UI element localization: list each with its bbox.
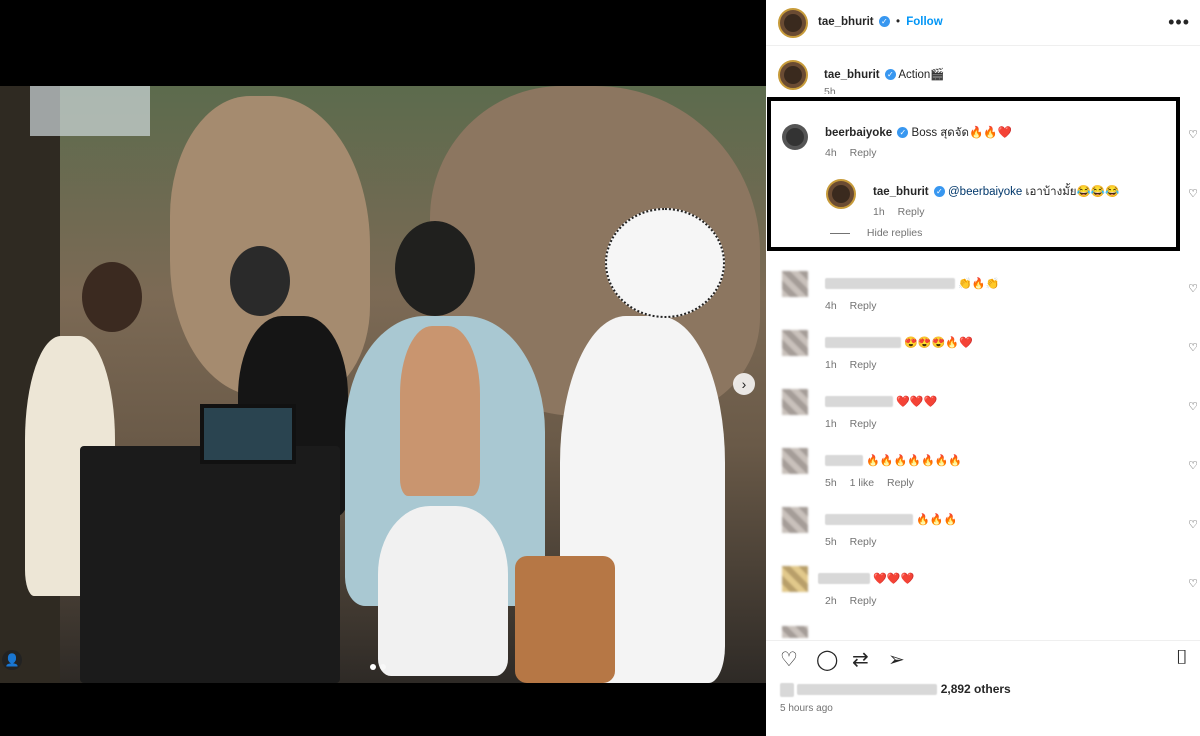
instagram-post-view: › 👤 tae_bhurit ✓ • Follow ••• tae_bhurit… <box>0 0 1200 736</box>
more-options-icon[interactable]: ••• <box>1168 12 1190 33</box>
comment-time: 1h <box>825 359 837 371</box>
post-photo[interactable] <box>0 86 766 683</box>
author-avatar[interactable] <box>778 8 808 38</box>
comment-line: 🔥🔥🔥 <box>825 513 957 526</box>
tagged-users-button[interactable]: 👤 <box>2 650 22 670</box>
comment-text: 🔥🔥🔥🔥🔥🔥🔥 <box>866 455 963 467</box>
author-username[interactable]: tae_bhurit <box>818 16 874 28</box>
comment-text: ❤️❤️❤️ <box>873 573 915 585</box>
photo-head <box>605 208 725 318</box>
comment-time: 5h <box>825 536 837 548</box>
blurred-username <box>818 573 870 585</box>
post-header: tae_bhurit ✓ • Follow ••• <box>766 0 1200 46</box>
comment-avatar[interactable] <box>782 330 808 356</box>
like-comment-icon[interactable]: ♡ <box>1188 128 1198 141</box>
like-comment-icon[interactable]: ♡ <box>1188 459 1198 472</box>
reply-button[interactable]: Reply <box>850 595 877 607</box>
comment-time: 5h <box>825 477 837 489</box>
comment-avatar[interactable] <box>782 566 808 592</box>
follow-button[interactable]: Follow <box>906 16 942 28</box>
photo-person <box>378 506 508 676</box>
comment-meta: 2h Reply <box>825 595 886 607</box>
heart-icon[interactable]: ♡ <box>780 647 798 672</box>
photo-person <box>400 326 480 496</box>
photo-head <box>230 246 290 316</box>
reply-button[interactable]: Reply <box>850 300 877 312</box>
action-bar: ♡ ◯ ⇄ ➢ ⌷ <box>766 640 1200 674</box>
comment-meta: 1h Reply <box>825 359 886 371</box>
like-comment-icon[interactable]: ♡ <box>1188 518 1198 531</box>
caption-username[interactable]: tae_bhurit <box>824 69 880 81</box>
comment-line: ❤️❤️❤️ <box>818 572 914 585</box>
reply-button[interactable]: Reply <box>850 418 877 430</box>
verified-icon: ✓ <box>878 16 890 28</box>
like-comment-icon[interactable]: ♡ <box>1188 341 1198 354</box>
comment-line: ❤️❤️❤️ <box>825 395 937 408</box>
caption-avatar[interactable] <box>778 60 808 90</box>
user-icon: 👤 <box>4 653 20 667</box>
separator-dot: • <box>896 16 901 28</box>
like-comment-icon[interactable]: ♡ <box>1188 400 1198 413</box>
photo-head <box>82 262 142 332</box>
author-line: tae_bhurit ✓ • Follow <box>818 16 943 28</box>
comment-meta: 4h Reply <box>825 300 886 312</box>
comment-text: 👏🔥👏 <box>958 278 1000 290</box>
highlight-annotation-box <box>767 97 1180 251</box>
send-icon[interactable]: ➢ <box>888 647 905 672</box>
comment-avatar[interactable] <box>782 271 808 297</box>
photo-camera <box>80 446 340 683</box>
comment-meta: 5h 1 like Reply <box>825 477 924 489</box>
blurred-username <box>825 337 901 349</box>
comment-likes[interactable]: 1 like <box>850 477 875 489</box>
comment-text: ❤️❤️❤️ <box>896 396 938 408</box>
repost-icon[interactable]: ⇄ <box>852 647 869 672</box>
like-comment-icon[interactable]: ♡ <box>1188 282 1198 295</box>
chevron-right-icon: › <box>741 376 747 392</box>
like-comment-icon[interactable]: ♡ <box>1188 577 1198 590</box>
comment-avatar[interactable] <box>782 389 808 415</box>
blurred-liker-name <box>797 684 938 696</box>
carousel-next-button[interactable]: › <box>733 373 755 395</box>
comment-avatar[interactable] <box>782 507 808 533</box>
comment-avatar[interactable] <box>782 626 808 638</box>
comment-icon[interactable]: ◯ <box>816 647 838 672</box>
comment-meta: 5h Reply <box>825 536 886 548</box>
blurred-username <box>825 514 913 526</box>
blurred-username <box>825 278 955 290</box>
comment-line: 😍😍😍🔥❤️ <box>825 336 973 349</box>
reply-button[interactable]: Reply <box>850 536 877 548</box>
bookmark-icon[interactable]: ⌷ <box>1176 647 1188 670</box>
likes-line[interactable]: 2,892 others <box>780 682 1011 697</box>
photo-monitor <box>200 404 296 464</box>
comment-line: 👏🔥👏 <box>825 277 999 290</box>
comment-avatar[interactable] <box>782 448 808 474</box>
blurred-username <box>825 455 863 467</box>
carousel-dot-active <box>370 664 376 670</box>
comment-line: 🔥🔥🔥🔥🔥🔥🔥 <box>825 454 962 467</box>
reply-button[interactable]: Reply <box>850 359 877 371</box>
like-comment-icon[interactable]: ♡ <box>1188 187 1198 200</box>
comment-text: 🔥🔥🔥 <box>916 514 958 526</box>
caption-time: 5h <box>824 86 836 94</box>
reply-button[interactable]: Reply <box>887 477 914 489</box>
carousel-dots <box>370 664 386 670</box>
media-pane: › 👤 <box>0 0 766 736</box>
comment-time: 4h <box>825 300 837 312</box>
photo-head <box>395 221 475 316</box>
post-time: 5 hours ago <box>780 703 833 714</box>
blurred-avatar <box>780 682 794 697</box>
photo-sky <box>30 86 150 136</box>
caption-line: tae_bhurit ✓ Action🎬 <box>824 67 945 81</box>
comment-time: 2h <box>825 595 837 607</box>
carousel-dot <box>380 664 386 670</box>
likes-count: 2,892 others <box>940 682 1011 696</box>
verified-icon: ✓ <box>884 69 896 81</box>
photo-basket <box>515 556 615 683</box>
blurred-username <box>825 396 893 408</box>
comment-meta: 1h Reply <box>825 418 886 430</box>
caption-text: Action🎬 <box>898 69 945 81</box>
comment-text: 😍😍😍🔥❤️ <box>904 337 973 349</box>
comment-time: 1h <box>825 418 837 430</box>
